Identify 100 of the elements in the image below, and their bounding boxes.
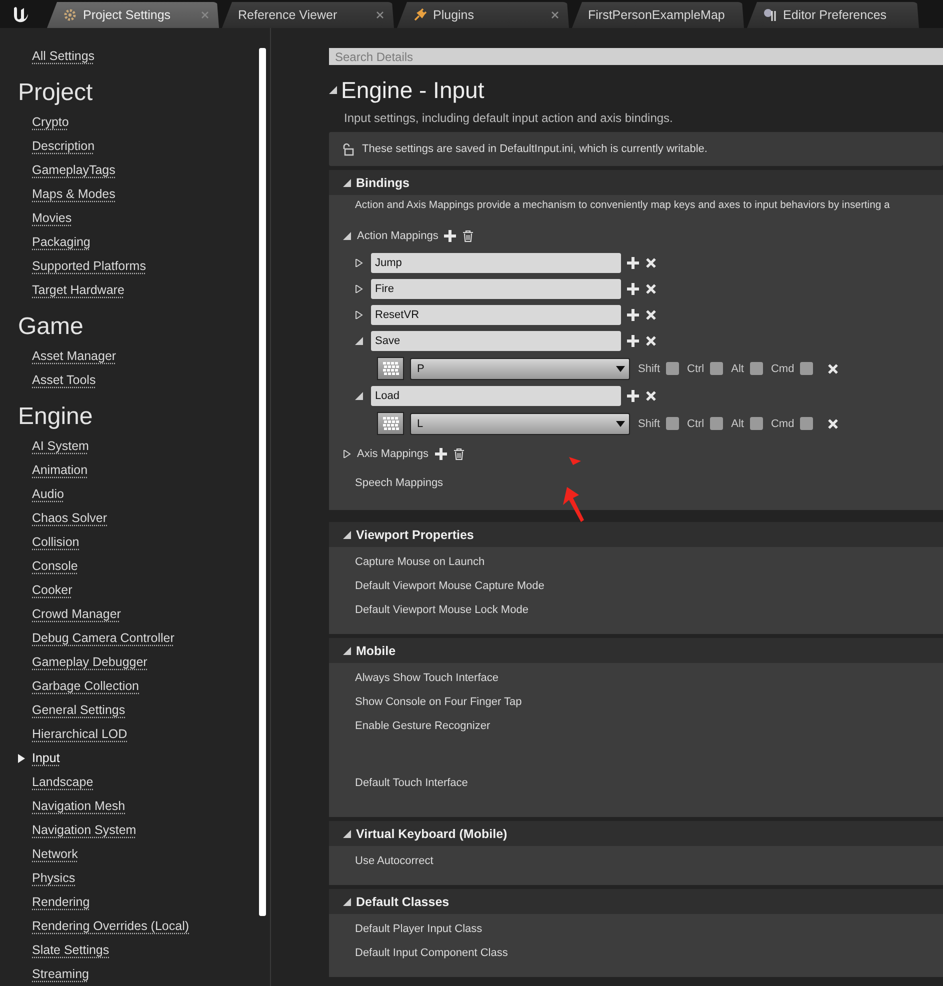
all-settings-link[interactable]: All Settings xyxy=(32,44,95,68)
sidebar-link[interactable]: Crowd Manager xyxy=(32,602,121,626)
sidebar-link[interactable]: Landscape xyxy=(32,770,94,794)
key-dropdown[interactable]: L xyxy=(410,412,630,434)
checkbox[interactable] xyxy=(710,362,724,375)
checkbox[interactable] xyxy=(666,417,680,430)
key-dropdown[interactable]: P xyxy=(410,358,630,380)
property-label: Capture Mouse on Launch xyxy=(355,556,485,568)
modifier-label: Shift xyxy=(638,362,660,374)
unlock-icon xyxy=(341,142,354,156)
action-name-field[interactable]: Load xyxy=(371,386,621,406)
sidebar-link[interactable]: General Settings xyxy=(32,698,126,722)
key-picker-button[interactable] xyxy=(377,357,404,380)
sidebar-link[interactable]: Gameplay Debugger xyxy=(32,650,148,674)
add-icon[interactable] xyxy=(434,448,447,460)
sidebar-link[interactable]: Collision xyxy=(32,530,80,554)
section-title[interactable]: Default Classes xyxy=(356,894,450,908)
expand-icon[interactable] xyxy=(343,530,351,538)
group-heading: Game xyxy=(18,312,84,342)
expand-icon[interactable] xyxy=(343,178,351,186)
annotation-arrow-icon xyxy=(561,455,587,523)
action-name-field[interactable]: ResetVR xyxy=(371,305,621,325)
checkbox[interactable] xyxy=(750,417,763,430)
section-title[interactable]: Virtual Keyboard (Mobile) xyxy=(356,826,508,840)
expand-icon[interactable] xyxy=(343,232,351,240)
search-field[interactable]: Search Details xyxy=(329,48,943,65)
key-picker-button[interactable] xyxy=(377,412,404,435)
sidebar-link[interactable]: Animation xyxy=(32,458,88,482)
tab[interactable]: FirstPersonExampleMap xyxy=(572,2,744,28)
section-title[interactable]: Bindings xyxy=(356,176,410,190)
section-title[interactable]: Viewport Properties xyxy=(356,528,474,542)
sidebar-link[interactable]: Rendering xyxy=(32,890,90,914)
expand-icon[interactable] xyxy=(343,830,351,838)
tab[interactable]: Project Settings xyxy=(47,2,219,28)
sidebar-link[interactable]: Rendering Overrides (Local) xyxy=(32,914,190,938)
sidebar-link[interactable]: Description xyxy=(32,134,95,158)
action-name-field[interactable]: Save xyxy=(371,331,621,351)
add-icon[interactable] xyxy=(627,283,639,295)
sidebar-link[interactable]: Garbage Collection xyxy=(32,674,140,698)
modifier-label: Shift xyxy=(638,418,660,430)
sidebar-link[interactable]: Network xyxy=(32,842,78,866)
sidebar-link[interactable]: Debug Camera Controller xyxy=(32,626,174,650)
sidebar-link[interactable]: Maps & Modes xyxy=(32,182,116,206)
caret-icon xyxy=(616,420,625,426)
checkbox[interactable] xyxy=(666,362,680,375)
sidebar-link[interactable]: Audio xyxy=(32,482,64,506)
sidebar-link[interactable]: Navigation System xyxy=(32,818,136,842)
checkbox[interactable] xyxy=(750,362,763,375)
scrollbar[interactable] xyxy=(259,48,266,916)
expand-icon[interactable] xyxy=(343,450,351,458)
checkbox[interactable] xyxy=(800,362,814,375)
expand-icon[interactable] xyxy=(355,392,363,400)
expand-icon[interactable] xyxy=(355,337,363,345)
expand-icon[interactable] xyxy=(343,898,351,906)
sidebar-link[interactable]: Navigation Mesh xyxy=(32,794,126,818)
tab[interactable]: Plugins xyxy=(397,2,569,28)
checkbox[interactable] xyxy=(710,417,724,430)
action-name-field[interactable]: Jump xyxy=(371,253,621,273)
action-name-field[interactable]: Fire xyxy=(371,279,621,299)
sidebar-link[interactable]: Supported Platforms xyxy=(32,254,146,278)
sidebar-link[interactable]: Physics xyxy=(32,866,76,890)
sidebar-link[interactable]: Crypto xyxy=(32,110,69,134)
sidebar-link[interactable]: Asset Manager xyxy=(32,344,116,368)
property-label: Default Viewport Mouse Capture Mode xyxy=(355,580,544,592)
expand-icon[interactable] xyxy=(343,646,351,654)
close-icon[interactable] xyxy=(376,11,384,19)
close-icon[interactable] xyxy=(551,11,559,19)
sidebar-link[interactable]: Packaging xyxy=(32,230,90,254)
sidebar-link[interactable]: Asset Tools xyxy=(32,368,96,392)
sidebar-link[interactable]: Slate Settings xyxy=(32,938,110,962)
add-icon[interactable] xyxy=(627,335,639,347)
sidebar-link[interactable]: Input xyxy=(18,746,60,770)
collapse-icon[interactable] xyxy=(329,86,337,94)
section-title[interactable]: Mobile xyxy=(356,644,396,658)
sidebar-link[interactable]: Chaos Solver xyxy=(32,506,108,530)
sidebar-link[interactable]: AI System xyxy=(32,434,89,458)
add-icon[interactable] xyxy=(444,230,456,242)
expand-icon[interactable] xyxy=(355,285,363,293)
add-icon[interactable] xyxy=(627,390,639,402)
sidebar-link[interactable]: Hierarchical LOD xyxy=(32,722,128,746)
property-label: Enable Gesture Recognizer xyxy=(355,720,490,732)
group-heading: Engine xyxy=(18,402,94,432)
sidebar-link[interactable]: GameplayTags xyxy=(32,158,116,182)
sidebar-link[interactable]: Target Hardware xyxy=(32,278,124,302)
sidebar-link[interactable]: Cooker xyxy=(32,578,72,602)
trash-icon[interactable] xyxy=(462,230,474,242)
sidebar-link[interactable]: Streaming xyxy=(32,962,89,986)
tab[interactable]: Editor Preferences xyxy=(747,2,919,28)
keyboard-icon xyxy=(382,362,398,376)
add-icon[interactable] xyxy=(627,257,639,269)
sidebar-link[interactable]: Movies xyxy=(32,206,72,230)
expand-icon[interactable] xyxy=(355,311,363,319)
checkbox[interactable] xyxy=(800,417,814,430)
add-icon[interactable] xyxy=(627,309,639,321)
sidebar-link[interactable]: Console xyxy=(32,554,78,578)
tab[interactable]: Reference Viewer xyxy=(222,2,394,28)
mapping-label: Action Mappings xyxy=(357,230,438,242)
expand-icon[interactable] xyxy=(355,259,363,267)
modifier-label: Cmd xyxy=(770,362,794,374)
trash-icon[interactable] xyxy=(452,448,465,460)
